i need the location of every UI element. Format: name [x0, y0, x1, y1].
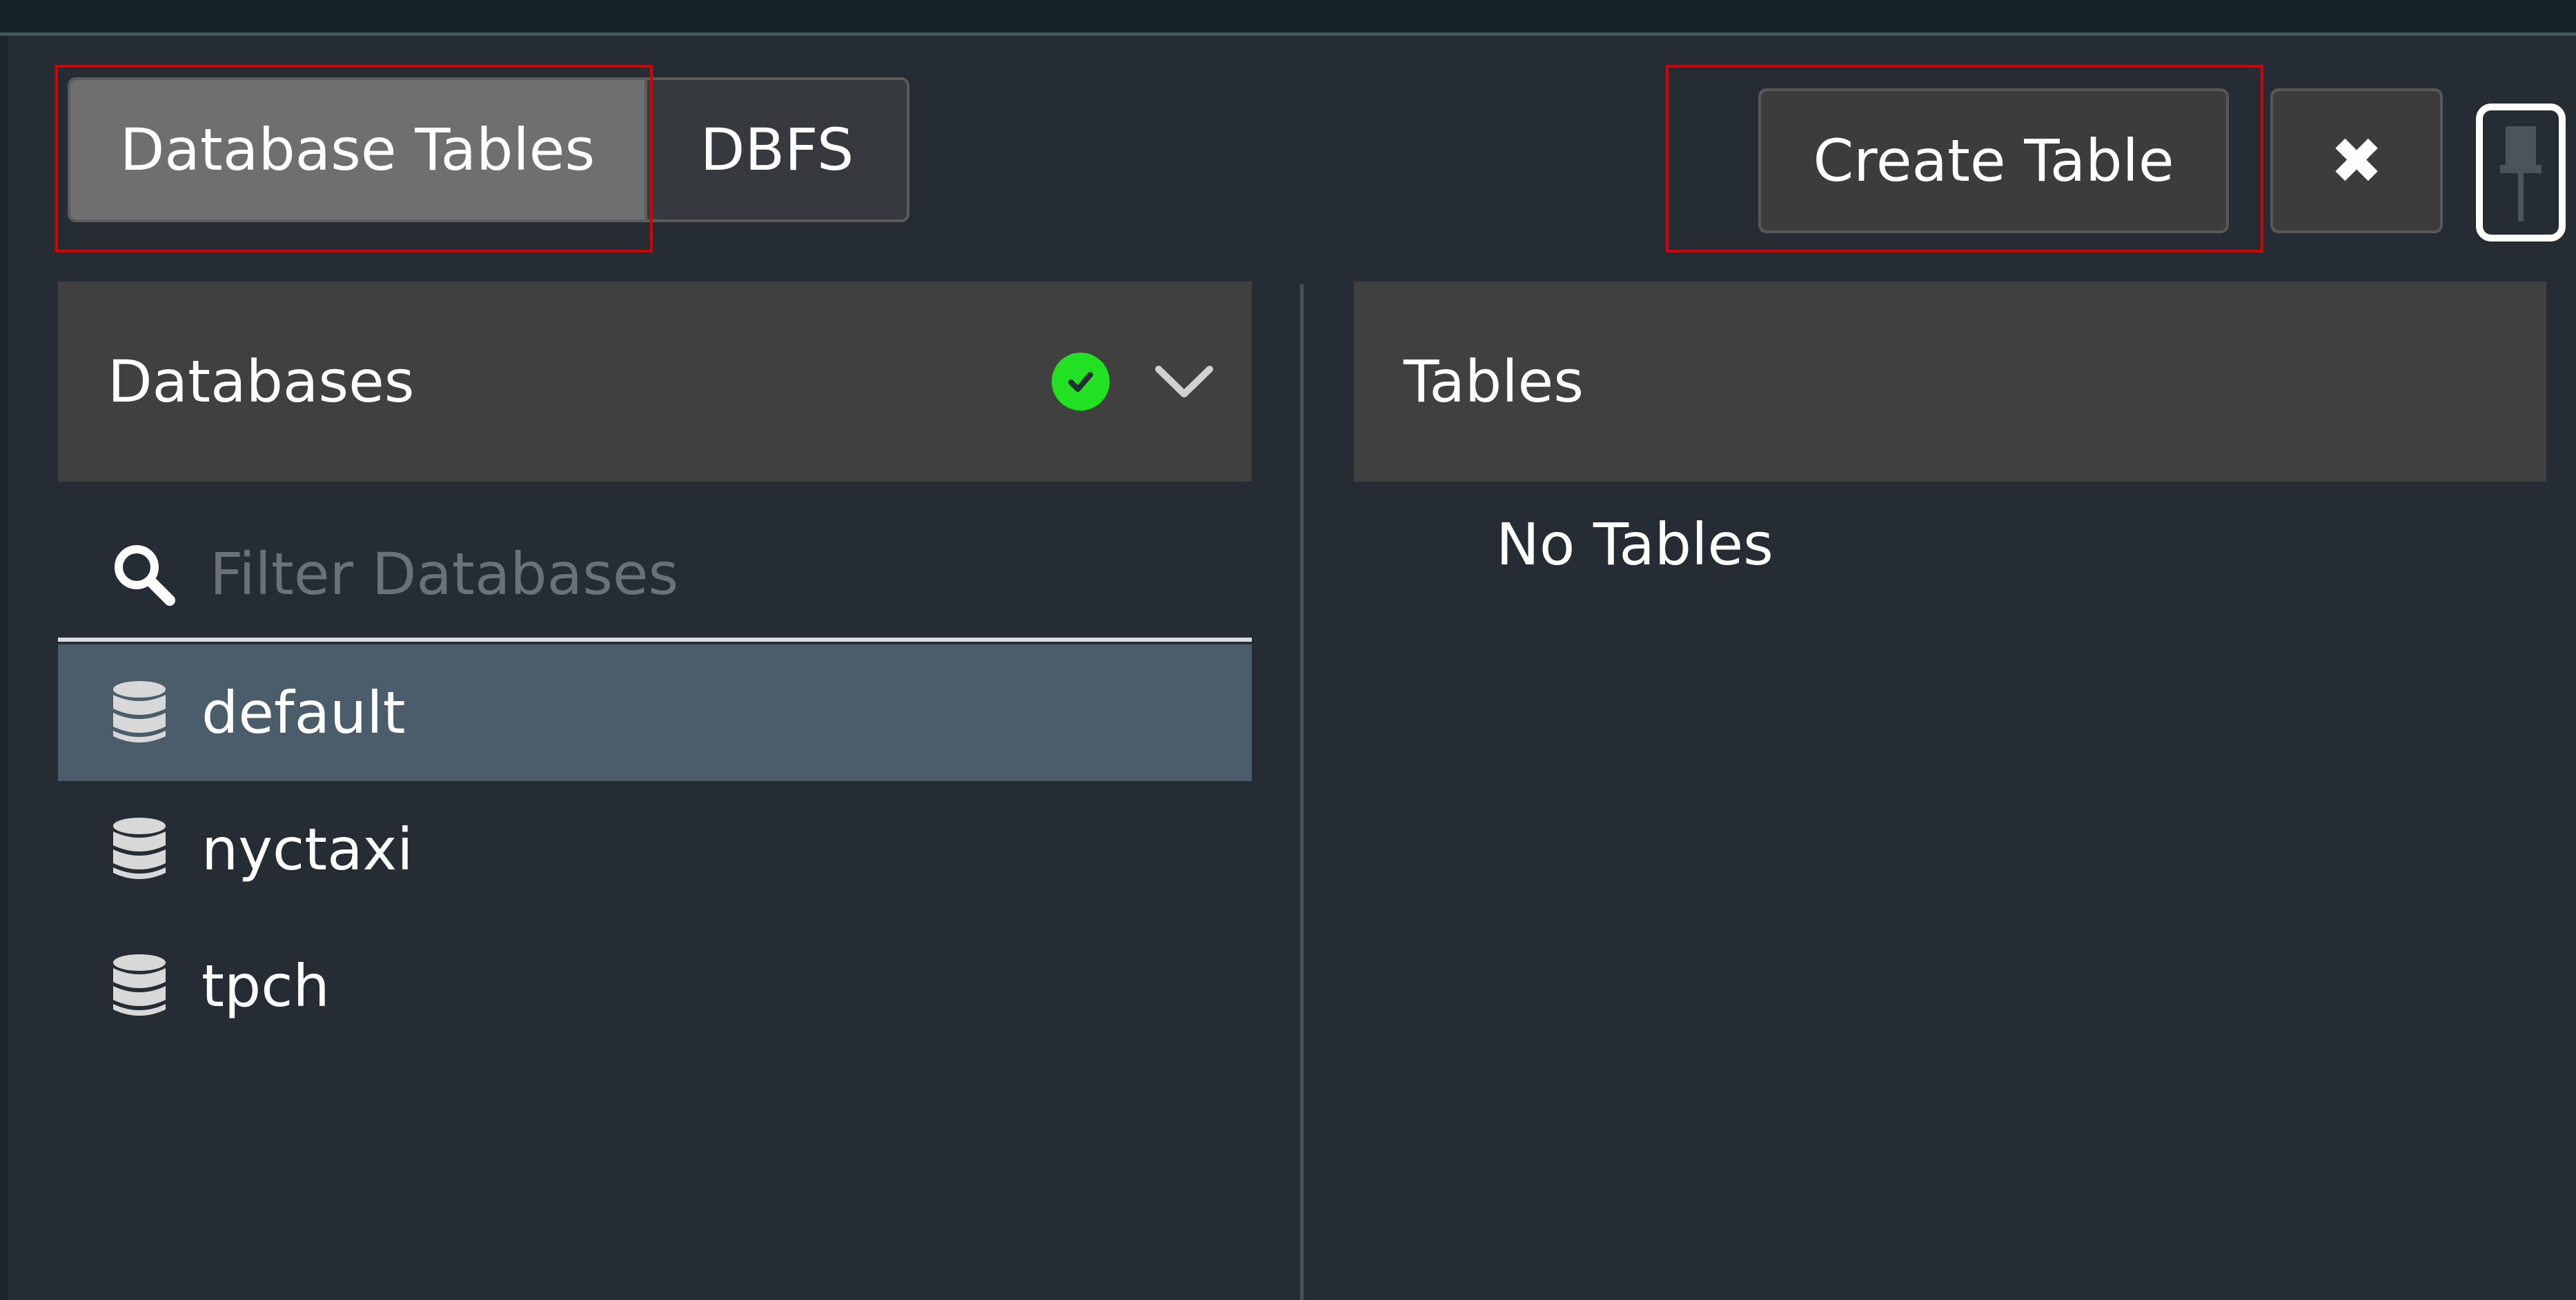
database-icon	[113, 681, 166, 742]
database-item-tpch[interactable]: tpch	[58, 918, 1252, 1054]
database-item-default[interactable]: default	[58, 644, 1252, 781]
tab-database-tables[interactable]: Database Tables	[70, 80, 645, 219]
close-button[interactable]: ✖	[2270, 88, 2443, 233]
database-item-nyctaxi[interactable]: nyctaxi	[58, 781, 1252, 918]
database-icon	[113, 818, 166, 879]
view-toggle: Database Tables DBFS	[68, 77, 910, 222]
top-bar	[0, 0, 2576, 36]
database-item-label: default	[201, 679, 406, 747]
close-icon: ✖	[2330, 124, 2383, 198]
database-item-label: nyctaxi	[201, 816, 413, 883]
pin-icon	[2500, 126, 2541, 221]
databases-title: Databases	[108, 348, 415, 415]
pin-button[interactable]	[2476, 104, 2566, 242]
filter-databases	[58, 511, 1252, 642]
databases-header: Databases	[58, 282, 1252, 482]
search-icon	[115, 545, 175, 606]
databases-header-actions	[1052, 282, 1217, 482]
expand-databases-button[interactable]	[1151, 348, 1217, 415]
panel-divider[interactable]	[1300, 284, 1304, 1300]
tables-header: Tables	[1354, 282, 2546, 482]
app-window: Database Tables DBFS Create Table ✖ Data…	[0, 0, 2576, 1300]
database-icon	[113, 954, 166, 1016]
filter-databases-input[interactable]	[210, 533, 1176, 615]
check-circle-icon	[1052, 353, 1110, 411]
tables-title: Tables	[1404, 348, 1584, 415]
database-list: default nyctaxi tpch	[58, 644, 1252, 1054]
tab-dbfs[interactable]: DBFS	[645, 80, 907, 219]
create-table-button[interactable]: Create Table	[1758, 88, 2229, 233]
left-edge	[0, 36, 8, 1300]
database-item-label: tpch	[201, 952, 330, 1020]
no-tables-message: No Tables	[1496, 511, 1773, 578]
chevron-down-icon	[1155, 366, 1213, 397]
